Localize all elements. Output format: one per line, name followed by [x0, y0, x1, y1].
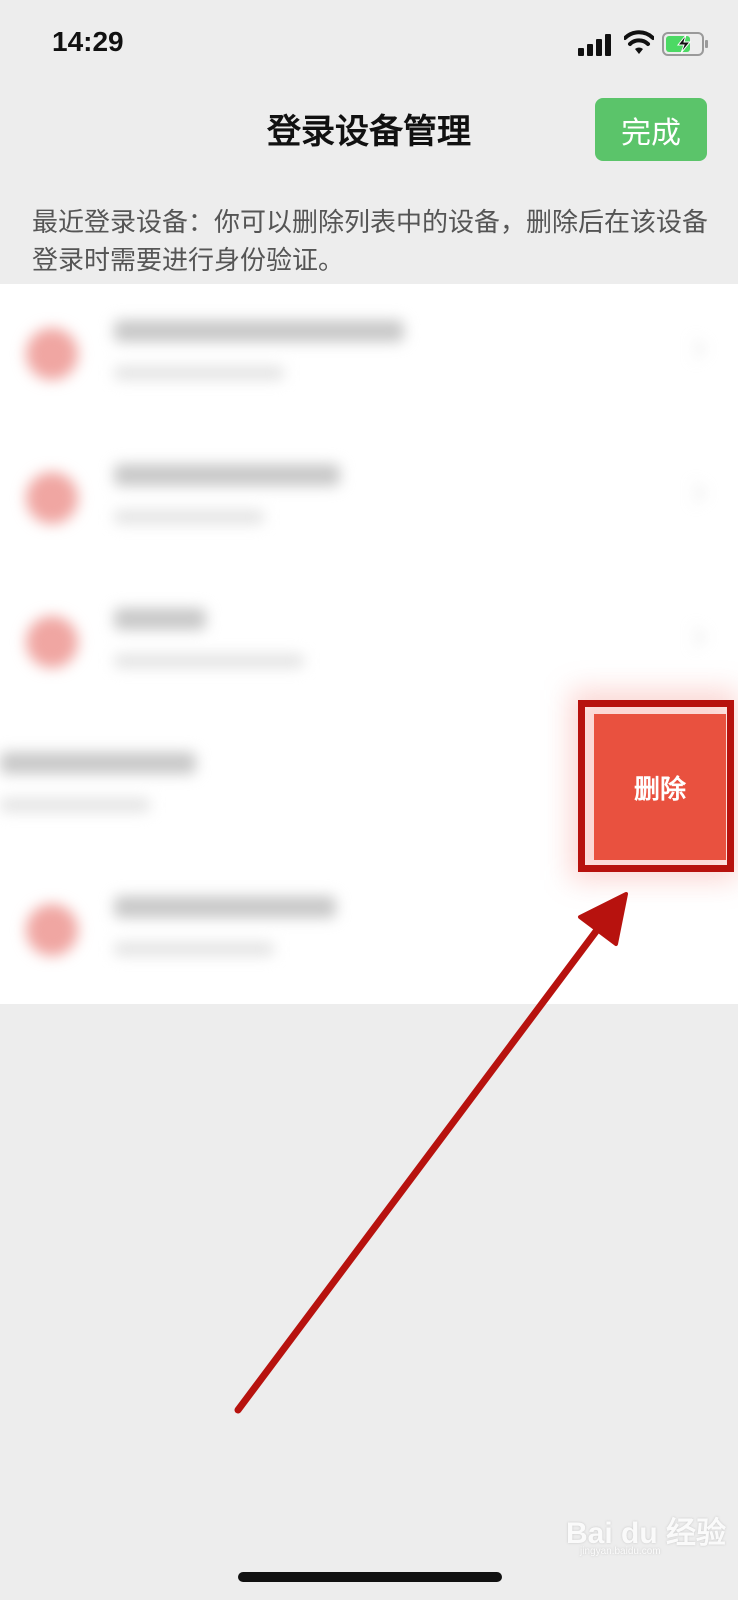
device-name-placeholder: [114, 320, 404, 342]
device-avatar: [26, 616, 78, 668]
watermark-sub: jingyan.baidu.com: [580, 1546, 661, 1557]
device-sub-placeholder: [114, 654, 304, 668]
chevron-right-icon: [685, 339, 705, 359]
device-name-placeholder: [114, 464, 340, 486]
device-row[interactable]: [0, 860, 738, 1004]
device-avatar: [26, 328, 78, 380]
home-indicator: [238, 1572, 502, 1582]
chevron-right-icon: [685, 483, 705, 503]
device-name-placeholder: [114, 608, 206, 630]
device-row[interactable]: [0, 284, 738, 428]
description-text: 最近登录设备：你可以删除列表中的设备，删除后在该设备登录时需要进行身份验证。: [32, 208, 709, 276]
device-sub-placeholder: [0, 798, 150, 812]
status-time: 14:29: [52, 26, 124, 57]
device-sub-placeholder: [114, 510, 264, 524]
signal-icon: [578, 34, 611, 56]
device-avatar: [26, 472, 78, 524]
device-avatar: [26, 904, 78, 956]
device-list: [0, 284, 738, 1004]
device-sub-placeholder: [114, 366, 284, 380]
wifi-icon: [624, 30, 654, 54]
battery-charging-icon: [662, 32, 708, 56]
device-sub-placeholder: [114, 942, 274, 956]
delete-button[interactable]: 删除: [594, 714, 726, 860]
device-name-placeholder: [0, 752, 196, 774]
status-bar: 14:29: [0, 0, 738, 90]
done-button[interactable]: 完成: [595, 98, 707, 161]
device-name-placeholder: [114, 896, 336, 918]
watermark-logo: Bai du 经验 jingyan.baidu.com: [566, 1508, 726, 1558]
device-row[interactable]: [0, 428, 738, 572]
chevron-right-icon: [685, 627, 705, 647]
